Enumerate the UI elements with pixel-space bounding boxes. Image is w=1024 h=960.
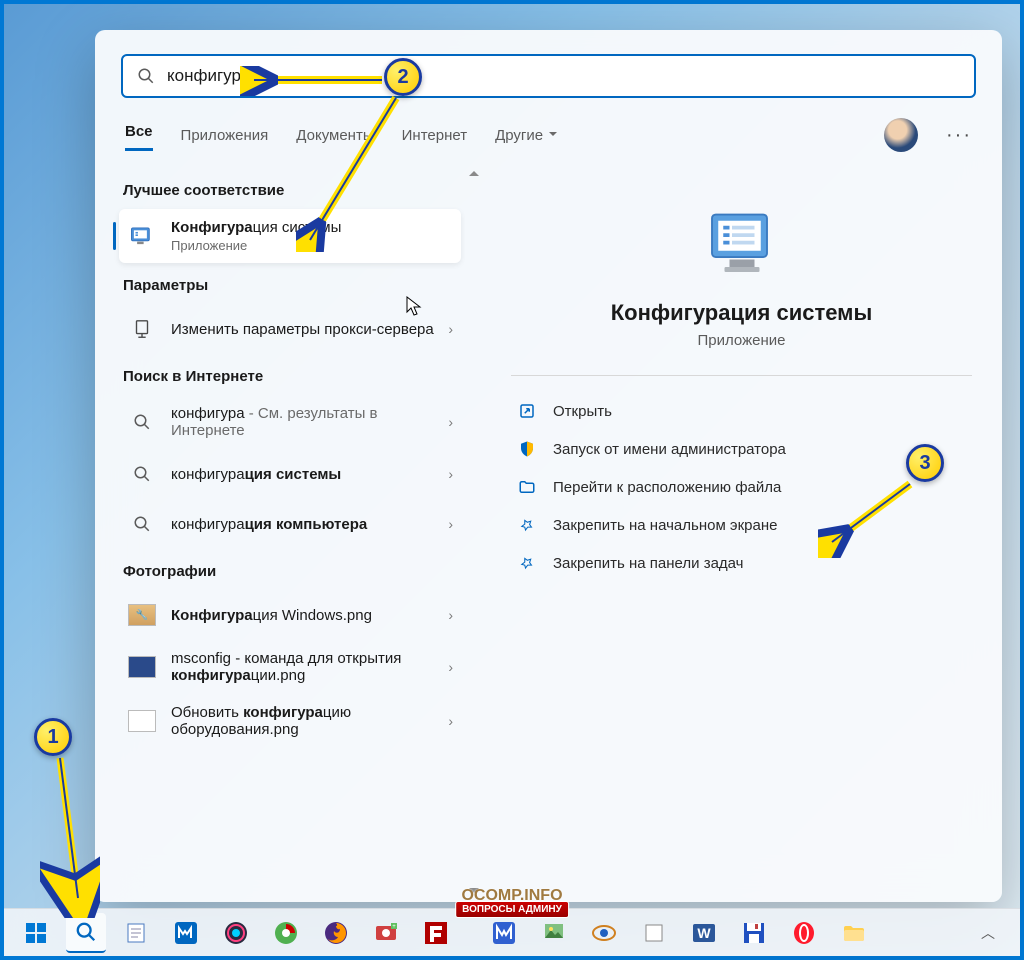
tab-apps[interactable]: Приложения: [181, 123, 269, 148]
result-web-search-2[interactable]: конфигурация системы ›: [119, 449, 461, 499]
open-icon: [517, 401, 537, 421]
result-web-search-3[interactable]: конфигурация компьютера ›: [119, 499, 461, 549]
result-system-configuration[interactable]: Конфигурация системы Приложение: [119, 209, 461, 263]
taskbar-app-paint[interactable]: [534, 913, 574, 953]
proxy-icon: [127, 314, 157, 344]
taskbar-app-browser2[interactable]: [266, 913, 306, 953]
search-icon: [137, 67, 155, 85]
callout-1: 1: [34, 718, 72, 756]
taskbar-app-browser1[interactable]: [216, 913, 256, 953]
watermark: OCOMP.INFO ВОПРОСЫ АДМИНУ: [455, 887, 569, 918]
image-thumbnail-icon: [127, 652, 157, 682]
taskbar-app-divider: [466, 913, 474, 953]
windows-search-panel: Все Приложения Документы Интернет Другие…: [95, 30, 1002, 902]
chevron-right-icon: ›: [448, 607, 453, 623]
callout-arrow-1: [40, 748, 100, 918]
chevron-right-icon: ›: [448, 414, 453, 430]
pin-icon: [517, 553, 537, 573]
chevron-right-icon: ›: [448, 321, 453, 337]
result-photo-2[interactable]: msconfig - команда для открытия конфигур…: [119, 640, 461, 694]
section-photos: Фотографии: [123, 563, 457, 580]
image-thumbnail-icon: [127, 706, 157, 736]
msconfig-large-icon: [702, 202, 782, 282]
action-run-as-admin[interactable]: Запуск от имени администратора: [511, 430, 972, 468]
tab-more[interactable]: Другие: [495, 123, 557, 148]
taskbar-app-generic[interactable]: [634, 913, 674, 953]
mouse-cursor-icon: [406, 296, 422, 316]
results-list: Лучшее соответствие Конфигурация системы…: [95, 164, 467, 902]
taskbar-tray-chevron[interactable]: ︿: [968, 913, 1008, 953]
results-scrollbar[interactable]: [467, 164, 481, 902]
callout-3: 3: [906, 444, 944, 482]
chevron-right-icon: ›: [448, 516, 453, 532]
chevron-right-icon: ›: [448, 466, 453, 482]
result-detail-pane: Конфигурация системы Приложение Открыть …: [481, 164, 1002, 902]
image-thumbnail-icon: 🔧: [127, 600, 157, 630]
svg-text:+: +: [392, 924, 396, 930]
detail-subtitle: Приложение: [511, 332, 972, 349]
taskbar-app-viewer[interactable]: [584, 913, 624, 953]
search-tabs: Все Приложения Документы Интернет Другие…: [95, 112, 1002, 164]
tab-all[interactable]: Все: [125, 119, 153, 151]
overflow-menu[interactable]: ···: [946, 124, 972, 147]
taskbar-app-word[interactable]: W: [684, 913, 724, 953]
taskbar-app-filezilla[interactable]: [416, 913, 456, 953]
msconfig-icon: [127, 221, 157, 251]
result-web-search-1[interactable]: конфигура - См. результаты в Интернете ›: [119, 395, 461, 449]
taskbar-app-firefox[interactable]: [316, 913, 356, 953]
taskbar-app-explorer[interactable]: [834, 913, 874, 953]
taskbar-app-maxthon[interactable]: [166, 913, 206, 953]
section-best-match: Лучшее соответствие: [123, 182, 457, 199]
taskbar-app-screenshot[interactable]: +: [366, 913, 406, 953]
chevron-right-icon: ›: [448, 713, 453, 729]
tab-internet[interactable]: Интернет: [402, 123, 467, 148]
action-open[interactable]: Открыть: [511, 392, 972, 430]
scroll-up-arrow-icon[interactable]: [469, 166, 479, 176]
result-photo-1[interactable]: 🔧 Конфигурация Windows.png ›: [119, 590, 461, 640]
search-icon: [127, 509, 157, 539]
section-settings: Параметры: [123, 277, 457, 294]
divider: [511, 375, 972, 376]
taskbar-app-notepad[interactable]: [116, 913, 156, 953]
result-photo-3[interactable]: Обновить конфигурацию оборудования.png ›: [119, 694, 461, 748]
folder-icon: [517, 477, 537, 497]
shield-icon: [517, 439, 537, 459]
pin-icon: [517, 515, 537, 535]
taskbar-app-opera[interactable]: [784, 913, 824, 953]
search-icon: [127, 407, 157, 437]
taskbar-app-m[interactable]: [484, 913, 524, 953]
callout-arrow-3: [818, 478, 918, 558]
search-icon: [127, 459, 157, 489]
start-button[interactable]: [16, 913, 56, 953]
taskbar-search-button[interactable]: [66, 913, 106, 953]
detail-title: Конфигурация системы: [511, 300, 972, 326]
callout-2: 2: [384, 58, 422, 96]
taskbar-app-save[interactable]: [734, 913, 774, 953]
callout-arrow-2b: [296, 92, 406, 252]
section-web-search: Поиск в Интернете: [123, 368, 457, 385]
user-avatar[interactable]: [884, 118, 918, 152]
svg-text:W: W: [697, 925, 711, 941]
chevron-right-icon: ›: [448, 659, 453, 675]
